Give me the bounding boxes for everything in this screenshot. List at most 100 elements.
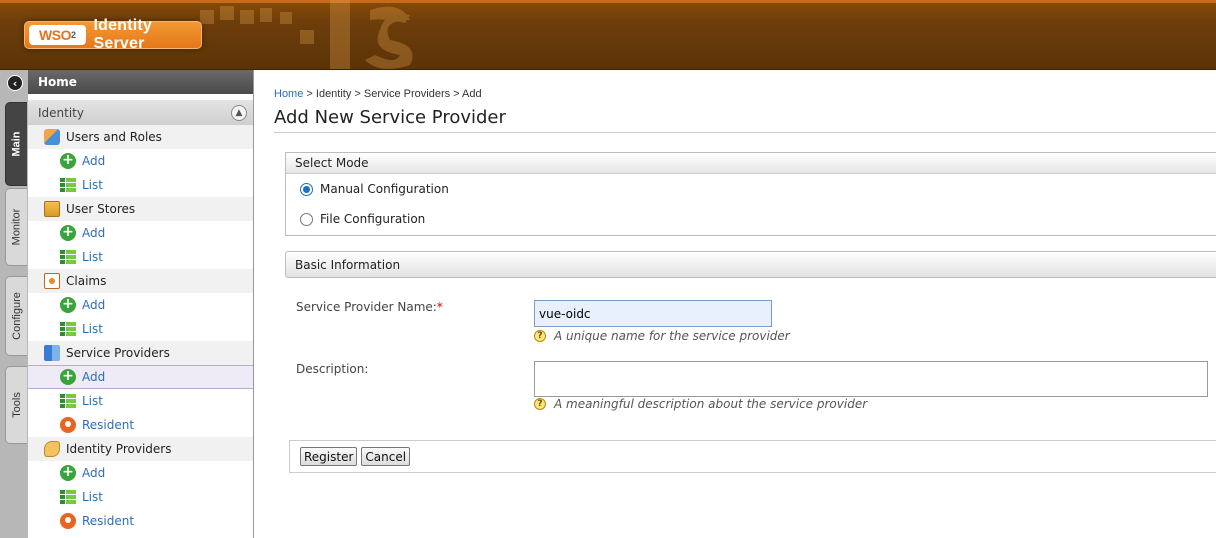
- users-roles-icon: [44, 129, 60, 145]
- menu-item-label: List: [82, 250, 103, 264]
- menu-category-user-stores[interactable]: User Stores: [28, 197, 253, 221]
- menu-item-service-providers-resident[interactable]: Resident: [28, 413, 253, 437]
- file-configuration-label[interactable]: File Configuration: [320, 212, 425, 226]
- breadcrumb-home[interactable]: Home: [274, 88, 303, 100]
- menu-item-user-stores-add[interactable]: + Add: [28, 221, 253, 245]
- tab-main-label: Main: [10, 131, 23, 157]
- file-configuration-radio[interactable]: [300, 212, 313, 226]
- claims-icon: [44, 273, 60, 289]
- left-navigation-menu: Home Identity ▲ Users and Roles + Add Li…: [28, 70, 254, 538]
- description-label: Description:: [296, 362, 369, 376]
- tab-main[interactable]: Main: [5, 102, 27, 186]
- menu-category-label: Identity Providers: [66, 442, 172, 456]
- resident-icon: [60, 513, 76, 529]
- tab-tools[interactable]: Tools: [5, 366, 27, 444]
- tab-monitor[interactable]: Monitor: [5, 188, 27, 266]
- sp-name-hint: ? A unique name for the service provider: [534, 329, 790, 343]
- manual-configuration-label[interactable]: Manual Configuration: [320, 182, 449, 196]
- file-configuration-option[interactable]: File Configuration: [286, 204, 1216, 234]
- menu-section-identity-label: Identity: [38, 105, 84, 120]
- description-textarea[interactable]: [534, 361, 1208, 397]
- help-icon: ?: [534, 330, 546, 342]
- select-mode-heading: Select Mode: [286, 153, 1216, 174]
- list-icon: [60, 249, 76, 265]
- breadcrumb: Home > Identity > Service Providers > Ad…: [274, 88, 482, 100]
- header-top-stripe: [0, 0, 1216, 3]
- menu-item-identity-providers-resident[interactable]: Resident: [28, 509, 253, 533]
- manual-configuration-radio[interactable]: [300, 182, 313, 196]
- menu-item-label: Add: [82, 466, 106, 480]
- cancel-button[interactable]: Cancel: [361, 447, 411, 466]
- menu-item-identity-providers-list[interactable]: List: [28, 485, 253, 509]
- list-icon: [60, 321, 76, 337]
- vertical-tab-strip: ‹ Main Monitor Configure Tools: [0, 70, 28, 538]
- menu-home[interactable]: Home: [28, 70, 253, 94]
- add-icon: +: [60, 465, 76, 481]
- menu-item-users-add[interactable]: + Add: [28, 149, 253, 173]
- menu-item-label: Add: [82, 154, 106, 168]
- menu-category-label: Service Providers: [66, 346, 170, 360]
- main-content: Home > Identity > Service Providers > Ad…: [254, 70, 1216, 538]
- add-icon: +: [60, 153, 76, 169]
- add-icon: +: [60, 225, 76, 241]
- menu-item-service-providers-add[interactable]: + Add: [28, 365, 253, 389]
- sp-name-hint-text: A unique name for the service provider: [554, 329, 790, 343]
- collapse-section-icon[interactable]: ▲: [231, 104, 247, 121]
- menu-item-identity-providers-add[interactable]: + Add: [28, 461, 253, 485]
- menu-item-users-list[interactable]: List: [28, 173, 253, 197]
- logo-sub-text: 2: [70, 30, 76, 40]
- menu-category-claims[interactable]: Claims: [28, 269, 253, 293]
- product-name: Identity Server: [93, 17, 152, 52]
- user-stores-icon: [44, 201, 60, 217]
- breadcrumb-separator: >: [351, 88, 364, 100]
- menu-item-label: Add: [82, 226, 106, 240]
- menu-item-label: Add: [82, 370, 106, 384]
- manual-configuration-option[interactable]: Manual Configuration: [286, 174, 1216, 204]
- tab-configure[interactable]: Configure: [5, 276, 27, 356]
- menu-category-label: User Stores: [66, 202, 136, 216]
- service-provider-name-input[interactable]: [534, 300, 772, 327]
- logo-wso-text: WSO: [39, 27, 71, 43]
- tab-tools-label: Tools: [10, 392, 23, 418]
- wso2-identity-server-logo[interactable]: WSO 2 Identity Server: [24, 17, 202, 52]
- description-hint: ? A meaningful description about the ser…: [534, 397, 867, 411]
- basic-information-heading[interactable]: Basic Information: [285, 251, 1216, 278]
- breadcrumb-separator: >: [450, 88, 463, 100]
- menu-category-users-and-roles[interactable]: Users and Roles: [28, 125, 253, 149]
- menu-item-claims-add[interactable]: + Add: [28, 293, 253, 317]
- menu-item-claims-list[interactable]: List: [28, 317, 253, 341]
- sp-name-label: Service Provider Name:*: [296, 300, 443, 314]
- menu-item-label: List: [82, 490, 103, 504]
- menu-item-label: Add: [82, 298, 106, 312]
- collapse-menu-icon[interactable]: ‹: [7, 75, 23, 91]
- menu-item-service-providers-list[interactable]: List: [28, 389, 253, 413]
- menu-section-identity[interactable]: Identity ▲: [28, 100, 253, 125]
- required-asterisk: *: [436, 300, 443, 314]
- menu-item-label: List: [82, 178, 103, 192]
- breadcrumb-identity[interactable]: Identity: [316, 88, 351, 100]
- menu-category-service-providers[interactable]: Service Providers: [28, 341, 253, 365]
- register-button[interactable]: Register: [300, 447, 358, 466]
- help-icon: ?: [534, 398, 546, 410]
- menu-item-label: Resident: [82, 514, 135, 528]
- tab-monitor-label: Monitor: [10, 208, 23, 246]
- breadcrumb-service-providers[interactable]: Service Providers: [364, 88, 450, 100]
- list-icon: [60, 393, 76, 409]
- list-icon: [60, 489, 76, 505]
- form-button-bar: Register Cancel: [289, 440, 1216, 473]
- menu-item-user-stores-list[interactable]: List: [28, 245, 253, 269]
- menu-category-identity-providers[interactable]: Identity Providers: [28, 437, 253, 461]
- wso2-logo-mark: WSO 2: [29, 25, 86, 45]
- add-icon: +: [60, 369, 76, 385]
- menu-item-label: List: [82, 322, 103, 336]
- select-mode-panel: Select Mode Manual Configuration File Co…: [285, 152, 1216, 236]
- header-background-decoration: [200, 0, 413, 69]
- tab-configure-label: Configure: [10, 292, 23, 340]
- add-icon: +: [60, 297, 76, 313]
- list-icon: [60, 177, 76, 193]
- resident-icon: [60, 417, 76, 433]
- description-hint-text: A meaningful description about the servi…: [554, 397, 868, 411]
- menu-category-label: Users and Roles: [66, 130, 162, 144]
- app-header: WSO 2 Identity Server: [0, 0, 1216, 70]
- breadcrumb-add: Add: [462, 88, 482, 100]
